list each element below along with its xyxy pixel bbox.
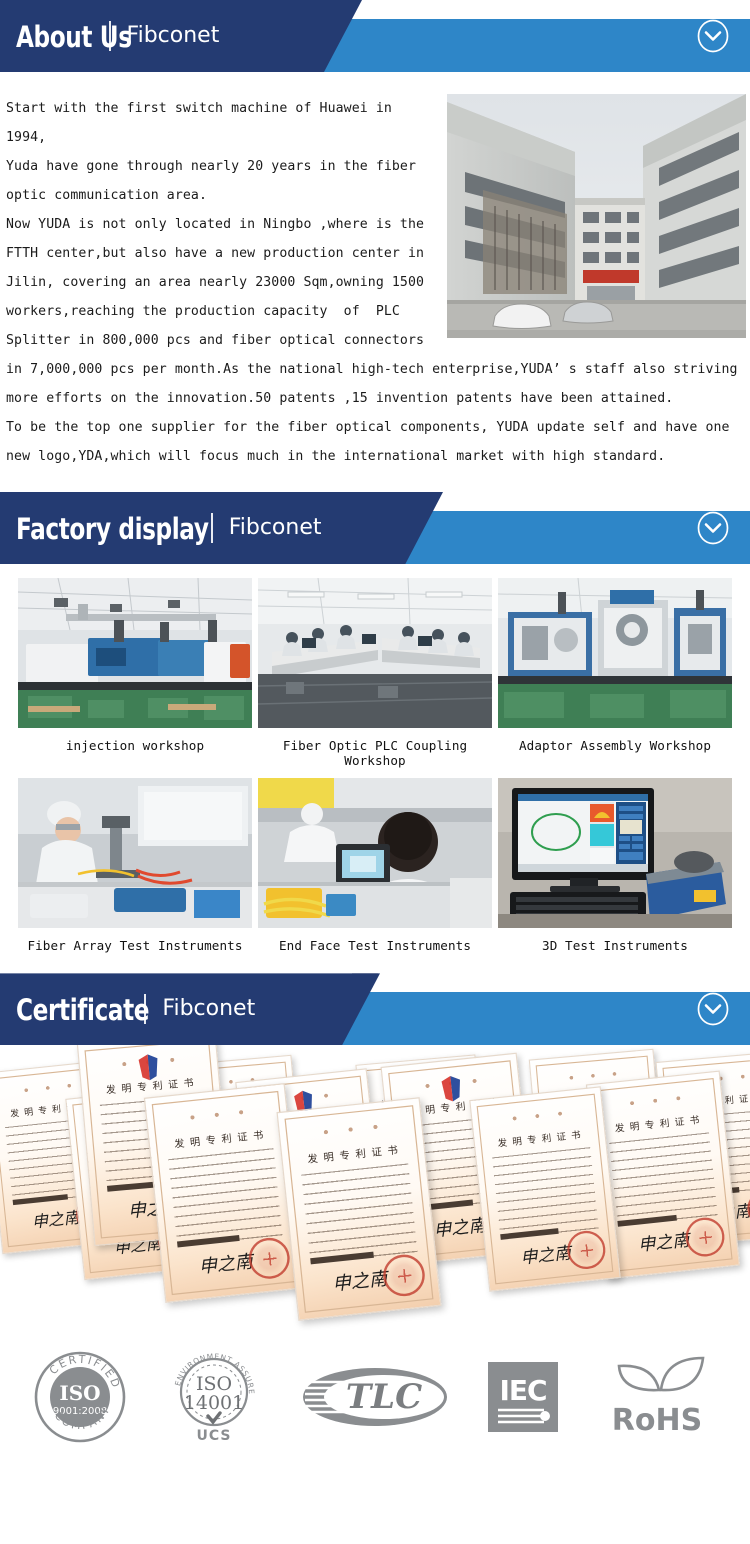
- about-us-banner: About Us Fibconet: [0, 0, 750, 72]
- certificate-section: Certificate Fibconet 发 明 专 利 证 书 申之南 发 明…: [0, 973, 750, 1460]
- chevron-down-circle-icon[interactable]: [696, 510, 730, 546]
- red-seal-icon: [565, 1229, 608, 1272]
- 3d-test-instruments-photo: [498, 778, 732, 929]
- plc-coupling-workshop-photo: [258, 578, 492, 728]
- iso-standard-label: 14001: [183, 1392, 243, 1414]
- iec-logo: IEC: [488, 1349, 559, 1445]
- section-title: Certificate: [16, 992, 150, 1027]
- banner-navy-block: About Us Fibconet: [0, 0, 362, 72]
- red-seal-icon: [683, 1216, 727, 1259]
- factory-item-caption: injection workshop: [65, 738, 205, 753]
- certificate-signature: 申之南: [331, 1267, 389, 1296]
- factory-item-caption: Fiber Optic PLC Coupling Workshop: [282, 738, 468, 769]
- section-title: About Us: [16, 19, 132, 54]
- factory-item[interactable]: Fiber Optic PLC Coupling Workshop: [258, 578, 492, 774]
- factory-item-caption: End Face Test Instruments: [278, 938, 472, 954]
- rohs-label: RoHS: [612, 1403, 702, 1438]
- about-us-body: Start with the first switch machine of H…: [0, 72, 750, 492]
- factory-item[interactable]: End Face Test Instruments: [258, 778, 492, 959]
- title-divider: [108, 21, 111, 51]
- brand-name: Fibconet: [126, 23, 220, 48]
- injection-workshop-photo: [18, 578, 252, 728]
- title-divider: [210, 513, 213, 543]
- iec-label: IEC: [500, 1374, 547, 1407]
- certificate-signature: 申之南: [197, 1250, 254, 1278]
- iso-9001-certified-company-logo: ISO 9001:2008 CERTIFIED COMPANY: [33, 1349, 127, 1445]
- factory-item[interactable]: 3D Test Instruments: [498, 778, 732, 959]
- certificate-signature: 申之南: [31, 1208, 81, 1233]
- iso-label: ISO: [60, 1381, 101, 1405]
- factory-display-banner: Factory display Fibconet: [0, 492, 750, 564]
- adaptor-assembly-workshop-photo: [498, 578, 732, 728]
- about-us-section: About Us Fibconet Start with the first s…: [0, 0, 750, 492]
- ucs-label: UCS: [196, 1428, 231, 1444]
- rohs-logo: RoHS: [597, 1349, 717, 1445]
- patent-certificate: 发 明 专 利 证 书 申之南: [276, 1097, 442, 1322]
- certificate-signature: 申之南: [637, 1229, 691, 1256]
- brand-name: Fibconet: [162, 996, 256, 1022]
- factory-item-caption: Fiber Array Test Instruments: [27, 938, 243, 954]
- certificate-signature: 申之南: [432, 1214, 487, 1242]
- factory-item[interactable]: Fiber Array Test Instruments: [18, 778, 252, 959]
- brand-name: Fibconet: [228, 515, 322, 540]
- factory-item[interactable]: Adaptor Assembly Workshop: [498, 578, 732, 774]
- tlc-logo: TLC: [300, 1349, 450, 1445]
- factory-building-exterior-photo: [447, 94, 746, 338]
- factory-row: Fiber Array Test Instruments End Face Te…: [0, 778, 750, 959]
- certification-logo-strip: ISO 9001:2008 CERTIFIED COMPANY ISO 1400…: [0, 1335, 750, 1460]
- patent-certificate: 发 明 专 利 证 书 申之南: [469, 1086, 621, 1293]
- title-divider: [144, 994, 147, 1025]
- factory-display-section: Factory display Fibconet injection works…: [0, 492, 750, 973]
- banner-navy-block: Certificate Fibconet: [0, 973, 380, 1046]
- factory-item-caption: 3D Test Instruments: [542, 938, 688, 954]
- chevron-down-circle-icon[interactable]: [696, 18, 730, 54]
- section-title: Factory display: [16, 511, 209, 546]
- factory-display-grid: injection workshop Fiber Optic PLC Coupl…: [0, 564, 750, 973]
- factory-row: injection workshop Fiber Optic PLC Coupl…: [0, 578, 750, 774]
- banner-navy-block: Factory display Fibconet: [0, 492, 443, 564]
- fiber-array-test-photo: [18, 778, 252, 929]
- certificate-banner: Certificate Fibconet: [0, 973, 750, 1046]
- end-face-test-photo: [258, 778, 492, 929]
- certificate-signature: 申之南: [519, 1243, 572, 1269]
- factory-item-caption: Adaptor Assembly Workshop: [518, 738, 712, 753]
- iso-14001-ucs-logo: ISO 14001 UCS ENVIRONMENT ASSURED FIRM: [166, 1349, 262, 1445]
- chinese-invention-patent-certificates-collage: 发 明 专 利 证 书 申之南 发 明 专 利 证 书 申之南 发 明 专 利 …: [0, 1045, 750, 1336]
- factory-item[interactable]: injection workshop: [18, 578, 252, 774]
- chevron-down-circle-icon[interactable]: [696, 991, 730, 1027]
- tlc-label: TLC: [346, 1377, 422, 1417]
